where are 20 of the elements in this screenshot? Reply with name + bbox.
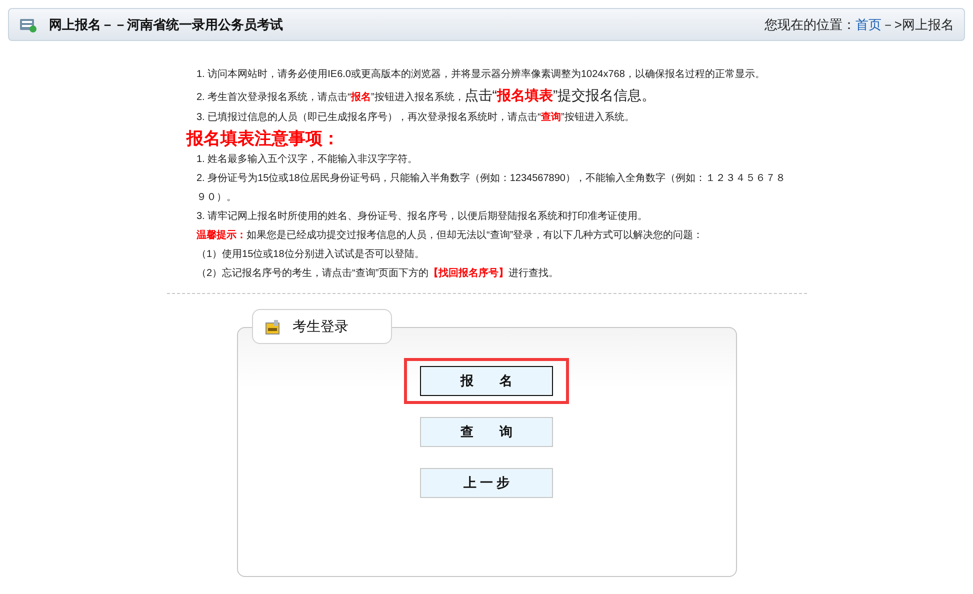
instruction-text: 1. 访问本网站时，请务必使用IE6.0或更高版本的浏览器，并将显示器分辨率像素调整为1024x768，以确保报名过程的正常显示。 bbox=[196, 68, 766, 82]
notice-text: 1. 姓名最多输入五个汉字，不能输入非汉字字符。 bbox=[196, 152, 419, 167]
panel-button[interactable]: 报 名 bbox=[420, 366, 553, 396]
breadcrumb-link[interactable]: 首页 bbox=[855, 14, 882, 34]
panel-title: 考生登录 bbox=[292, 317, 348, 336]
certificate-icon bbox=[264, 318, 280, 334]
form-icon bbox=[19, 16, 37, 32]
notice-text: 温馨提示：如果您是已经成功提交过报考信息的人员，但却无法以“查询”登录，有以下几种方式可以解决您的问题： bbox=[196, 228, 704, 243]
notice-heading: 报名填表注意事项： bbox=[185, 128, 340, 150]
location-label: 您现在的位置： bbox=[764, 16, 856, 34]
notice-text: 2. 身份证号为15位或18位居民身份证号码，只能输入半角数字（例如：1234567890），不能输入全角数字（例如：１２３４５６７８９０）。 bbox=[196, 172, 786, 205]
notice-text: （2）忘记报名序号的考生，请点击“查询”页面下方的【找回报名序号】进行查找。 bbox=[196, 266, 560, 281]
instruction-text: 2. 考生首次登录报名系统，请点击“报名”按钮进入报名系统，点击“报名填表”提交报名信息。 bbox=[196, 86, 657, 105]
page-title: 网上报名－－河南省统一录用公务员考试 bbox=[49, 16, 283, 34]
instruction-text: 3. 已填报过信息的人员（即已生成报名序号），再次登录报名系统时，请点击“查询”按钮进入系统。 bbox=[196, 110, 636, 125]
panel-button[interactable]: 查 询 bbox=[420, 417, 553, 447]
notice-text: 3. 请牢记网上报名时所使用的姓名、身份证号、报名序号，以便后期登陆报名系统和打印准考证使用。 bbox=[196, 210, 649, 224]
breadcrumb-current: －>网上报名 bbox=[881, 16, 954, 34]
notice-text: （1）使用15位或18位分别进入试试是否可以登陆。 bbox=[196, 248, 426, 262]
panel-button[interactable]: 上 一 步 bbox=[420, 468, 553, 498]
